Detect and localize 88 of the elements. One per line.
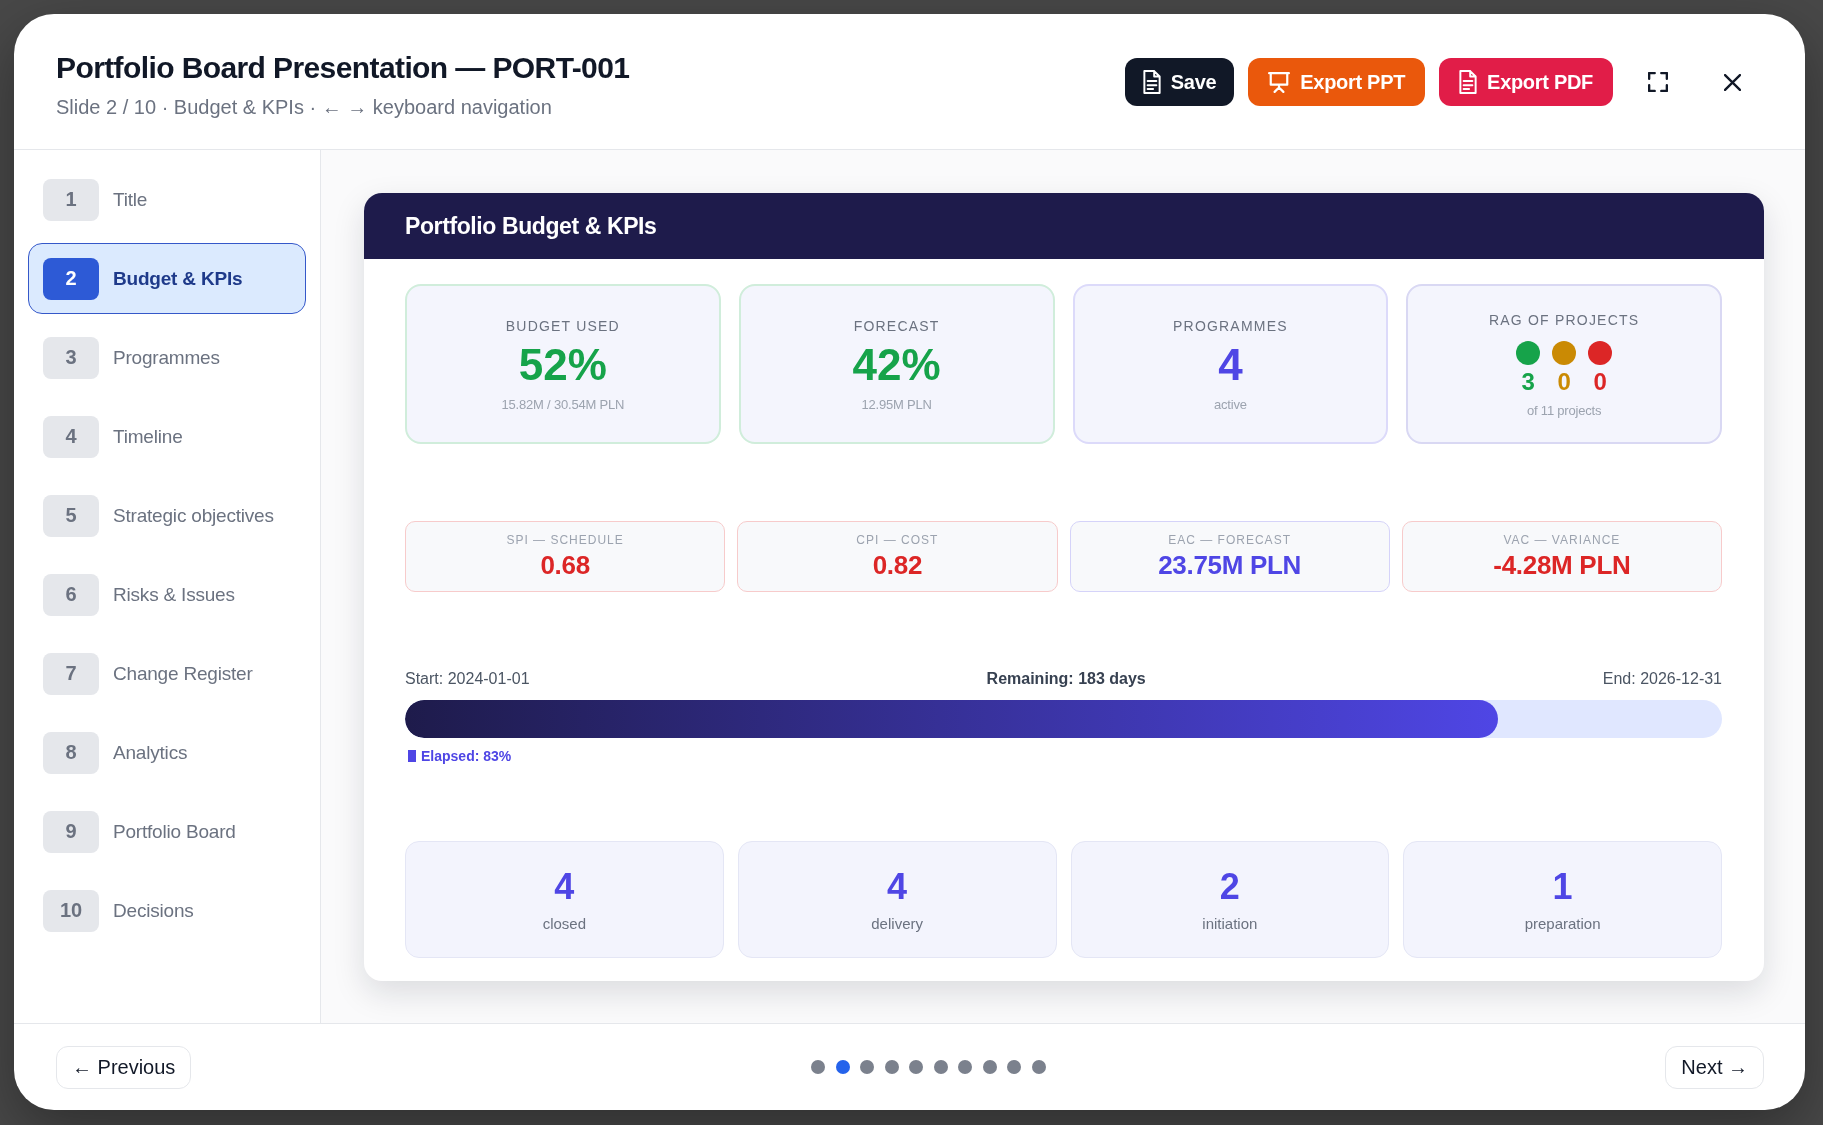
stage-label: preparation [1524,915,1601,932]
stage-count: 4 [887,867,908,907]
page-dot-icon[interactable] [958,1060,973,1074]
page-dot-icon[interactable] [860,1060,875,1074]
stage-label: closed [542,915,587,932]
kpi-value: 4 [1218,340,1243,389]
slide-nav-item[interactable]: 6 Risks & Issues [28,559,306,630]
slide-nav-item[interactable]: 9 Portfolio Board [28,796,306,867]
slide-nav-item[interactable]: 3 Programmes [28,322,306,393]
slide-label: Change Register [113,662,253,685]
indicator-label: VAC — VARIANCE [1503,533,1621,548]
page-dot-icon[interactable] [811,1060,826,1074]
rag-count: 3 [1521,368,1535,395]
indicator-value: -4.28M PLN [1493,550,1631,580]
stage-count: 2 [1219,867,1240,907]
previous-button[interactable]: ← Previous [56,1045,192,1089]
indicator-value: 23.75M PLN [1158,550,1302,580]
save-button[interactable]: Save [1124,58,1235,106]
slide-number: 8 [43,731,99,774]
slide-label: Portfolio Board [113,820,236,843]
timeline-remaining: Remaining: 183 days [986,669,1146,689]
stage-count: 1 [1552,867,1573,907]
slide-number: 7 [43,652,99,695]
stage-label: delivery [871,915,923,932]
page-dot-icon[interactable] [1007,1060,1022,1074]
slide-number: 4 [43,415,99,458]
kpi-detail: 15.82M / 30.54M PLN [501,396,625,412]
next-button[interactable]: Next → [1665,1045,1764,1089]
presentation-icon [1268,71,1291,93]
indicator-label: SPI — SCHEDULE [506,533,624,548]
kpi-label: BUDGET USED [505,316,620,335]
window-title: Portfolio Board Presentation — PORT-001 [56,50,630,86]
slide-label: Risks & Issues [113,583,235,606]
slide-number: 10 [43,889,99,932]
slide-nav-item[interactable]: 7 Change Register [28,638,306,709]
slide-label: Strategic objectives [113,504,274,527]
kpi-label: RAG OF PROJECTS [1489,310,1640,329]
page-dot-icon[interactable] [835,1060,850,1074]
slide-number: 1 [43,178,99,221]
stage-count: 4 [554,867,575,907]
elapsed-label: Elapsed: 83% [421,748,512,764]
close-icon[interactable] [1723,73,1741,91]
kpi-detail: of 11 projects [1527,402,1602,418]
indicator-value: 0.68 [540,550,590,580]
page-dot-icon[interactable] [982,1060,997,1074]
page-dot-icon[interactable] [933,1060,948,1074]
timeline-end: End: 2026-12-31 [1602,669,1722,689]
document-icon [1459,70,1478,94]
legend-square-icon [408,750,416,762]
slide-label: Analytics [113,741,188,764]
indicator-value: 0.82 [872,550,923,580]
slide-nav-item[interactable]: 1 Title [28,164,306,235]
page-dot-icon[interactable] [1031,1060,1046,1074]
slide-number: 5 [43,494,99,537]
slide-label: Timeline [113,425,183,448]
fullscreen-icon[interactable] [1648,72,1668,92]
slide-number: 2 [43,257,99,300]
slide-nav-item[interactable]: 4 Timeline [28,401,306,472]
timeline-start: Start: 2024-01-01 [405,669,530,689]
page-dot-icon[interactable] [884,1060,899,1074]
slide-label: Decisions [113,899,194,922]
kpi-value: 42% [852,340,941,389]
slide-number: 6 [43,573,99,616]
slide-label: Programmes [113,346,220,369]
slide-number: 3 [43,336,99,379]
export-ppt-button[interactable]: Export PPT [1248,58,1426,106]
kpi-label: PROGRAMMES [1173,316,1288,335]
indicator-label: EAC — FORECAST [1168,533,1291,548]
kpi-value: 52% [518,340,607,389]
slide-nav-item[interactable]: 5 Strategic objectives [28,480,306,551]
stage-label: initiation [1202,915,1258,932]
slide-number: 9 [43,810,99,853]
export-pdf-button[interactable]: Export PDF [1439,58,1613,106]
slide-nav-item[interactable]: 8 Analytics [28,717,306,788]
indicator-label: CPI — COST [856,533,939,548]
rag-count: 0 [1557,368,1571,395]
rag-count: 0 [1593,368,1607,395]
slide-subtitle: Slide 2 / 10 · Budget & KPIs · ← → keyboard navigation [56,95,553,120]
document-icon [1142,70,1161,94]
kpi-detail: active [1214,396,1247,412]
kpi-label: FORECAST [853,316,940,335]
page-dot-icon[interactable] [909,1060,924,1074]
kpi-detail: 12.95M PLN [861,396,932,412]
slide-nav-item[interactable]: 10 Decisions [28,875,306,946]
slide-title: Portfolio Budget & KPIs [405,212,657,240]
slide-label: Budget & KPIs [113,267,243,290]
slide-nav-item[interactable]: 2 Budget & KPIs [28,243,306,314]
slide-label: Title [113,188,148,211]
